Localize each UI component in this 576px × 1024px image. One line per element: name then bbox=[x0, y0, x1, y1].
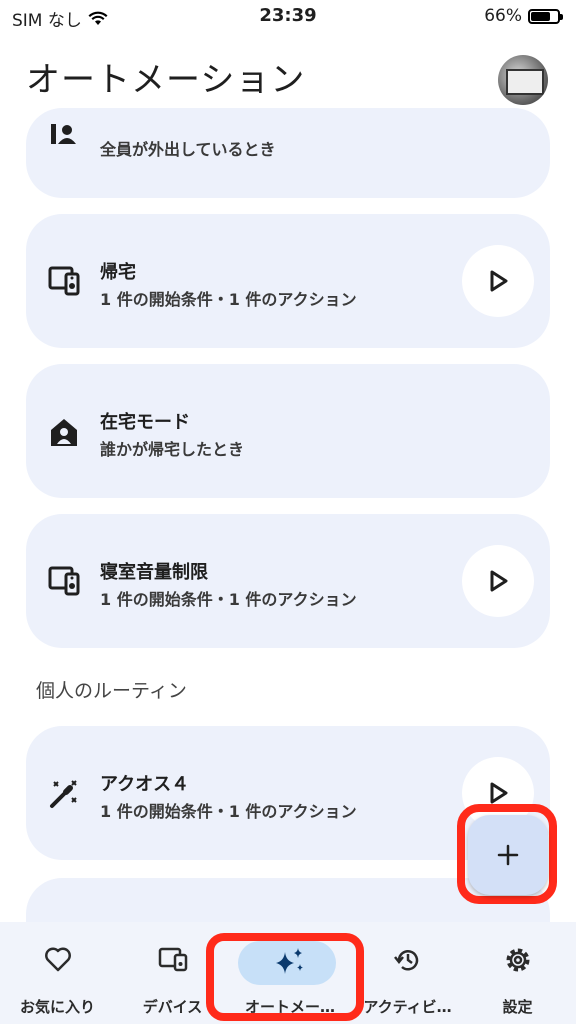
history-icon bbox=[393, 950, 418, 971]
battery-icon bbox=[528, 8, 563, 24]
play-icon bbox=[490, 270, 508, 292]
automation-card[interactable]: 寝室音量制限 1 件の開始条件・1 件のアクション bbox=[26, 514, 550, 648]
gear-icon bbox=[506, 948, 529, 972]
status-bar: SIM なし 23:39 66% bbox=[0, 0, 576, 34]
devices-icon bbox=[158, 947, 187, 972]
battery-percent: 66% bbox=[484, 6, 522, 26]
play-button[interactable] bbox=[462, 545, 534, 617]
nav-item-favorites[interactable]: お気に入り bbox=[0, 922, 115, 1024]
nav-label: 設定 bbox=[502, 998, 533, 1016]
magic-wand-icon bbox=[50, 780, 77, 808]
play-icon bbox=[490, 782, 508, 804]
nav-label: アクティビ… bbox=[363, 998, 452, 1016]
heart-icon bbox=[44, 947, 71, 972]
plus-icon bbox=[497, 844, 519, 866]
nav-label: お気に入り bbox=[19, 998, 95, 1016]
card-subtitle: 誰かが帰宅したとき bbox=[100, 440, 245, 459]
card-title: 帰宅 bbox=[100, 262, 136, 283]
card-title: 寝室音量制限 bbox=[100, 562, 208, 583]
card-subtitle: 1 件の開始条件・1 件のアクション bbox=[100, 290, 357, 309]
speaker-device-icon bbox=[48, 566, 80, 596]
nav-item-settings[interactable]: 設定 bbox=[460, 922, 575, 1024]
speaker-device-icon bbox=[48, 266, 80, 296]
avatar[interactable] bbox=[498, 55, 548, 105]
highlight-box bbox=[206, 933, 364, 1021]
card-subtitle: 全員が外出しているとき bbox=[100, 140, 276, 159]
automation-card[interactable]: 全員が外出しているとき bbox=[26, 108, 550, 198]
card-title: 在宅モード bbox=[100, 412, 190, 433]
nav-item-activity[interactable]: アクティビ… bbox=[350, 922, 465, 1024]
status-right: 66% bbox=[484, 6, 563, 26]
card-subtitle: 1 件の開始条件・1 件のアクション bbox=[100, 802, 357, 821]
home-person-icon bbox=[51, 419, 77, 446]
play-button[interactable] bbox=[462, 245, 534, 317]
card-subtitle: 1 件の開始条件・1 件のアクション bbox=[100, 590, 357, 609]
section-label: 個人のルーティン bbox=[36, 680, 187, 702]
automation-card[interactable]: 帰宅 1 件の開始条件・1 件のアクション bbox=[26, 214, 550, 348]
card-title: アクオス４ bbox=[100, 774, 190, 795]
person-away-icon bbox=[51, 124, 76, 144]
page-title: オートメーション bbox=[26, 60, 306, 100]
add-automation-button[interactable] bbox=[468, 815, 548, 895]
automation-card[interactable]: 在宅モード 誰かが帰宅したとき bbox=[26, 364, 550, 498]
play-icon bbox=[490, 570, 508, 592]
